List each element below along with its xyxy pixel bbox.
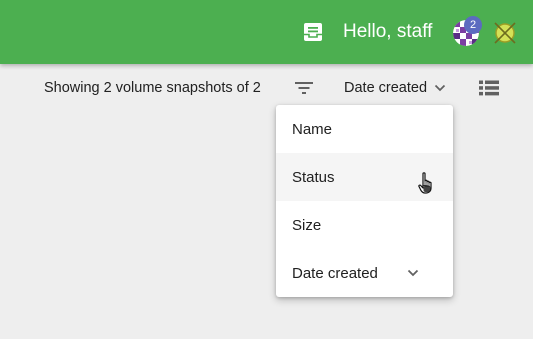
sort-option-label: Size (292, 216, 322, 234)
sort-option-label: Date created (292, 264, 378, 282)
sort-option-label: Status (292, 168, 335, 186)
chevron-down-icon (434, 84, 446, 92)
hand-cursor-icon (418, 172, 432, 194)
greeting-text: Hello, staff (343, 21, 433, 42)
result-count: Showing 2 volume snapshots of 2 (44, 80, 261, 96)
sort-option-size[interactable]: Size (276, 201, 453, 249)
sort-select[interactable]: Date created (344, 77, 446, 99)
status-icon[interactable] (492, 19, 518, 45)
filter-icon[interactable] (294, 80, 314, 96)
list-view-icon[interactable] (478, 79, 500, 97)
chevron-down-icon[interactable] (407, 269, 419, 277)
sort-option-date-created[interactable]: Date created (276, 249, 453, 297)
app-header: Hello, staff 2 (0, 0, 533, 64)
inbox-icon[interactable] (303, 22, 323, 42)
sort-option-name[interactable]: Name (276, 105, 453, 153)
sort-select-label: Date created (344, 80, 428, 96)
user-menu[interactable]: 2 (453, 16, 482, 46)
notification-badge: 2 (464, 16, 482, 34)
sort-menu: Name Status Size Date created (276, 105, 453, 297)
sort-option-label: Name (292, 120, 333, 138)
